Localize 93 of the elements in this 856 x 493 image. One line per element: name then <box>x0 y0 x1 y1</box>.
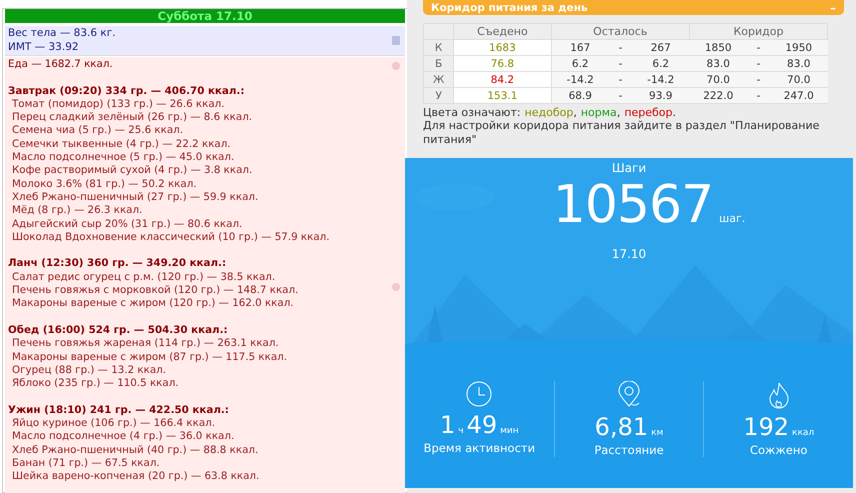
dash: - <box>746 40 770 56</box>
food-item: Банан (71 гр.) — 67.5 ккал. <box>11 456 160 470</box>
table-cell: 70.0 <box>689 72 747 88</box>
dash: - <box>609 72 632 88</box>
legend-punctuation: , <box>616 106 620 119</box>
food-item: Макароны вареные с жиром (87 гр.) — 117.5 ккал. <box>11 350 288 364</box>
table-cell: 267 <box>632 40 690 56</box>
legend-label: Цвета означают: <box>423 106 521 119</box>
stat-value: 192 <box>743 413 790 441</box>
food-item: Яблоко (235 гр.) — 110.5 ккал. <box>11 377 179 390</box>
food-item: Масло подсолнечное (5 гр.) — 45.0 ккал. <box>11 151 234 164</box>
location-pin-icon <box>616 381 642 409</box>
food-item: Шоколад Вдохновение классический (10 гр.) — 57.9 ккал. <box>11 230 330 244</box>
dash: - <box>746 56 770 72</box>
food-item: Мёд (8 гр.) — 26.3 ккал. <box>11 204 142 218</box>
legend-punctuation: . <box>672 106 676 119</box>
stat-unit: мин <box>500 426 519 436</box>
legend-item: недобор <box>524 106 574 119</box>
food-item: Хлеб Ржано-пшеничный (40 гр.) — 88.8 ккал. <box>11 444 258 457</box>
table-cell: 1950 <box>770 40 828 56</box>
food-total: Еда — 1682.7 ккал. <box>8 58 113 72</box>
food-item: Адыгейский сыр 20% (31 гр.) — 80.6 ккал. <box>11 218 242 231</box>
row-label: К <box>424 40 454 56</box>
food-item: Кофе растворимый сухой (4 гр.) — 3.8 ккал. <box>11 164 252 178</box>
stat-value: 6,81 <box>594 413 648 441</box>
table-cell: 68.9 <box>551 88 610 104</box>
food-item: Семена чиа (5 гр.) — 25.6 ккал. <box>11 124 184 138</box>
table-cell: 1850 <box>689 40 747 56</box>
stat-unit: км <box>651 428 664 438</box>
table-cell: 83.0 <box>689 56 747 72</box>
row-label: Ж <box>424 72 454 88</box>
food-item: Огурец (88 гр.) — 13.2 ккал. <box>11 364 166 378</box>
food-item: Масло подсолнечное (4 гр.) — 36.0 ккал. <box>11 430 234 444</box>
table-cell: 84.2 <box>454 72 552 88</box>
clock-icon <box>466 381 492 407</box>
food-item: Салат редис огурец с р.м. (120 гр.) — 38.5 ккал. <box>11 270 276 284</box>
dash: - <box>609 40 632 56</box>
table-cell: -14.2 <box>632 72 690 88</box>
column-header: Осталось <box>551 24 690 40</box>
row-label: У <box>424 88 454 104</box>
step-count: 10567 <box>552 175 714 235</box>
meal-title: Обед (16:00) 524 гр. — 504.30 ккал.: <box>8 324 228 338</box>
table-cell: 93.9 <box>632 88 690 104</box>
table-cell: 70.0 <box>770 72 828 88</box>
table-cell: 222.0 <box>689 88 747 104</box>
table-cell: 247.0 <box>770 88 828 104</box>
table-cell: -14.2 <box>551 72 610 88</box>
row-label: Б <box>424 56 454 72</box>
table-cell: 76.8 <box>454 56 552 72</box>
stat-label: Время активности <box>424 441 536 455</box>
meal-title: Ланч (12:30) 360 гр. — 349.20 ккал.: <box>8 257 226 271</box>
table-cell: 153.1 <box>454 88 552 104</box>
food-item: Молоко 3.6% (81 гр.) — 50.2 ккал. <box>11 178 197 191</box>
food-item: Хлеб Ржано-пшеничный (27 гр.) — 59.9 ккал. <box>11 190 258 204</box>
day-header: Суббота 17.10 <box>5 9 405 23</box>
stat-value: 1 <box>440 411 456 439</box>
food-item: Шейка варено-копченая (20 гр.) — 63.8 ккал. <box>11 470 260 484</box>
legend-item: перебор <box>624 106 673 119</box>
dash: - <box>609 56 632 72</box>
table-cell: 6.2 <box>551 56 610 72</box>
hint-text: Для настройки коридора питания зайдите в раздел "Планирование питания" <box>423 119 820 147</box>
body-stat: ИМТ — 33.92 <box>8 40 79 54</box>
stat-label: Расстояние <box>594 443 664 457</box>
food-item: Семечки тыквенные (4 гр.) — 22.2 ккал. <box>11 138 231 152</box>
meal-title: Ужин (18:10) 241 гр. — 422.50 ккал.: <box>8 404 229 418</box>
legend-item: норма <box>580 106 617 119</box>
food-item: Печень говяжья жареная (114 гр.) — 263.1 ккал. <box>11 337 279 351</box>
food-item: Макароны вареные с жиром (120 гр.) — 162.0 ккал. <box>11 297 294 311</box>
table-cell: 6.2 <box>632 56 690 72</box>
dash: - <box>609 88 632 104</box>
dash: - <box>746 72 770 88</box>
stat-unit: ч <box>458 426 464 436</box>
stat-value: 49 <box>466 411 498 439</box>
panel-title: Коридор питания за день <box>431 2 588 14</box>
stat-unit: ккал <box>792 428 814 438</box>
table-cell: 83.0 <box>770 56 828 72</box>
table-cell: 167 <box>551 40 610 56</box>
step-unit: шаг. <box>719 212 746 225</box>
column-header: Коридор <box>689 24 828 40</box>
steps-date: 17.10 <box>610 247 648 261</box>
food-item: Перец сладкий зелёный (26 гр.) — 8.6 ккал. <box>11 111 252 124</box>
meal-title: Завтрак (09:20) 334 гр. — 406.70 ккал.: <box>8 84 244 98</box>
table-cell: 1683 <box>454 40 552 56</box>
body-stat: Вес тела — 83.6 кг. <box>8 27 116 40</box>
collapse-button[interactable]: – <box>830 0 836 14</box>
stat-label: Сожжено <box>750 443 808 457</box>
food-item: Печень говяжья с морковкой (120 гр.) — 148.7 ккал. <box>11 284 298 298</box>
column-header: Съедено <box>454 24 552 40</box>
steps-title: Шаги <box>610 161 648 175</box>
legend-punctuation: , <box>573 106 577 119</box>
food-item: Томат (помидор) (133 гр.) — 26.6 ккал. <box>11 98 225 112</box>
food-item: Яйцо куриное (106 гр.) — 166.4 ккал. <box>11 417 215 430</box>
dash: - <box>746 88 770 104</box>
